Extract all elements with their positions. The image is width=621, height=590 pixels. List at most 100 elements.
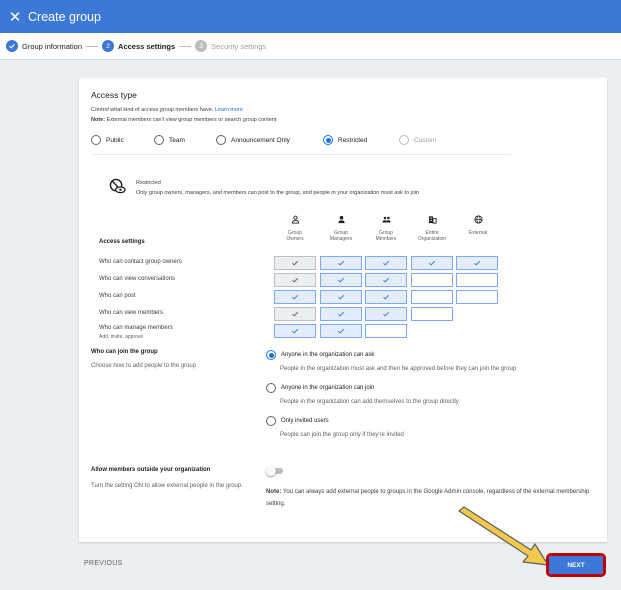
check-circle-icon — [6, 40, 18, 52]
permission-cell[interactable] — [320, 324, 362, 338]
outside-members-toggle[interactable] — [266, 466, 284, 476]
radio-button-selected[interactable] — [266, 350, 276, 360]
access-settings-label: Access settings — [99, 239, 145, 245]
check-icon — [337, 276, 345, 284]
permission-cell[interactable] — [320, 273, 362, 287]
access-settings-card: Access type Control what kind of access … — [79, 78, 607, 542]
outside-members-description: Turn the setting ON to allow external pe… — [91, 483, 243, 489]
check-icon — [291, 259, 299, 267]
permission-cell[interactable] — [411, 307, 453, 321]
person-icon — [321, 215, 361, 227]
step-access-settings[interactable]: 2 Access settings — [102, 40, 175, 52]
row-sublabel-manage-members: Add, invite, approve — [99, 334, 144, 340]
previous-button[interactable]: PREVIOUS — [84, 560, 123, 567]
permission-cell[interactable] — [456, 290, 498, 304]
radio-button[interactable] — [216, 135, 226, 145]
check-icon — [291, 310, 299, 318]
join-heading: Who can join the group — [91, 349, 158, 355]
close-icon[interactable]: ✕ — [4, 8, 26, 26]
globe-icon — [458, 215, 498, 227]
join-option-label: Only invited users — [281, 418, 329, 424]
column-group-owners: Group Owners — [275, 215, 315, 242]
row-label-post: Who can post — [99, 293, 136, 299]
learn-more-link[interactable]: Learn more — [215, 107, 243, 113]
step-group-information[interactable]: Group information — [6, 40, 82, 52]
step-number: 2 — [102, 40, 115, 52]
people-icon — [366, 215, 406, 227]
access-option-public[interactable]: Public — [91, 135, 154, 145]
permission-cell[interactable] — [365, 290, 407, 304]
check-icon — [382, 310, 390, 318]
permission-cell[interactable] — [411, 290, 453, 304]
permission-cell — [274, 307, 316, 321]
access-option-announcement-only[interactable]: Announcement Only — [216, 135, 323, 145]
radio-button[interactable] — [266, 383, 276, 393]
check-icon — [382, 276, 390, 284]
check-icon — [291, 276, 299, 284]
step-connector — [179, 45, 192, 47]
join-option-desc: People in the organization must ask and … — [280, 366, 517, 372]
row-label-view-conversations: Who can view conversations — [99, 276, 176, 282]
step-number: 3 — [195, 40, 208, 52]
column-label-line2: Owners — [286, 236, 304, 242]
join-option-invited-only[interactable]: Only invited users — [266, 416, 329, 426]
permission-cell[interactable] — [411, 273, 453, 287]
join-option-label: Anyone in the organization can ask — [281, 352, 375, 358]
option-label: Team — [169, 136, 185, 144]
join-option-desc: People can join the group only if they'r… — [280, 432, 404, 438]
check-icon — [382, 259, 390, 267]
check-icon — [337, 293, 345, 301]
radio-button[interactable] — [91, 135, 101, 145]
permission-cell[interactable] — [320, 307, 362, 321]
option-label: Announcement Only — [231, 136, 290, 144]
step-label: Security settings — [211, 41, 267, 51]
access-option-team[interactable]: Team — [154, 135, 216, 145]
column-label-line2: Managers — [329, 236, 353, 242]
restricted-visibility-icon — [109, 178, 126, 194]
person-outline-icon — [275, 215, 315, 227]
check-icon — [337, 259, 345, 267]
permission-cell[interactable] — [456, 256, 498, 270]
column-label-line1: External — [468, 230, 488, 236]
permission-cell[interactable] — [456, 273, 498, 287]
column-entire-organization: Entire Organization — [412, 215, 452, 242]
page-title: Create group — [28, 9, 101, 24]
access-type-heading: Access type — [91, 90, 137, 100]
column-label-line2: Members — [375, 236, 397, 242]
permission-cell[interactable] — [320, 290, 362, 304]
business-icon — [412, 215, 452, 227]
permission-cell[interactable] — [365, 273, 407, 287]
note-label: Note: — [91, 117, 106, 123]
next-button[interactable]: NEXT — [549, 556, 603, 574]
row-label-contact-owners: Who can contact group owners — [99, 259, 182, 265]
step-label: Group information — [22, 41, 83, 51]
permission-cell[interactable] — [365, 307, 407, 321]
outside-members-heading: Allow members outside your organization — [91, 467, 211, 473]
column-group-managers: Group Managers — [321, 215, 361, 242]
radio-button-disabled — [399, 135, 409, 145]
access-option-custom: Custom — [399, 135, 459, 145]
access-type-description: Control what kind of access group member… — [91, 107, 243, 113]
join-option-anyone-can-join[interactable]: Anyone in the organization can join — [266, 383, 374, 393]
permission-cell[interactable] — [365, 324, 407, 338]
join-option-anyone-can-ask[interactable]: Anyone in the organization can ask — [266, 350, 374, 360]
permission-cell[interactable] — [365, 256, 407, 270]
description-text: Control what kind of access group member… — [91, 107, 214, 113]
row-label-manage-members: Who can manage members — [99, 325, 173, 331]
radio-button[interactable] — [154, 135, 164, 145]
access-option-restricted[interactable]: Restricted — [323, 135, 399, 145]
option-label: Custom — [414, 136, 437, 144]
step-security-settings: 3 Security settings — [195, 40, 266, 52]
permission-cell[interactable] — [274, 290, 316, 304]
restricted-title: Restricted — [136, 180, 161, 186]
permission-cell[interactable] — [320, 256, 362, 270]
permission-cell[interactable] — [411, 256, 453, 270]
check-icon — [291, 293, 299, 301]
check-icon — [337, 310, 345, 318]
row-label-view-members: Who can view members — [99, 310, 164, 316]
radio-button[interactable] — [266, 416, 276, 426]
join-description: Choose how to add people to the group — [91, 363, 197, 369]
join-option-label: Anyone in the organization can join — [281, 385, 375, 391]
radio-button-selected[interactable] — [323, 135, 333, 145]
permission-cell[interactable] — [274, 324, 316, 338]
